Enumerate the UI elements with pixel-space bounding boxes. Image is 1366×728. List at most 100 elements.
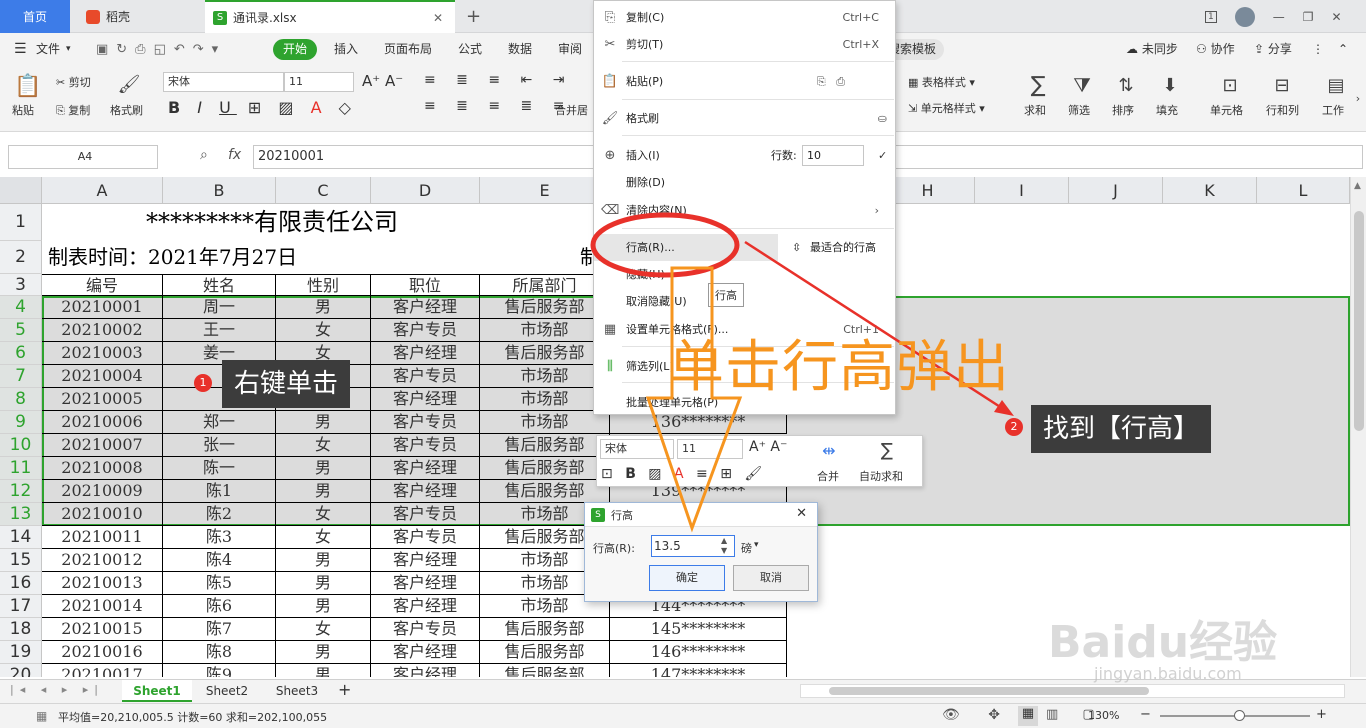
sort-icon[interactable]: ⇅ — [1114, 72, 1138, 98]
mini-merge-label[interactable]: 合并 — [817, 468, 839, 484]
cell-id[interactable]: 20210005 — [42, 388, 163, 411]
cell-id[interactable]: 20210017 — [42, 664, 163, 677]
sync-status[interactable]: ☁ 未同步 — [1126, 33, 1178, 66]
cell-id[interactable]: 20210001 — [42, 296, 163, 319]
avatar[interactable] — [1234, 6, 1255, 27]
cell-position[interactable]: 客户专员 — [371, 319, 480, 342]
row-header-9[interactable]: 9 — [0, 411, 42, 434]
filter-label[interactable]: 筛选 — [1068, 102, 1090, 118]
close-window-icon[interactable]: ✕ — [1332, 10, 1342, 24]
cell-position[interactable]: 客户专员 — [371, 526, 480, 549]
confirm-check-icon[interactable]: ✓ — [878, 142, 887, 169]
row-col-label[interactable]: 行和列 — [1266, 102, 1299, 118]
cell-phone[interactable]: 147******** — [610, 664, 787, 677]
cell-position[interactable]: 客户经理 — [371, 388, 480, 411]
stepper-icon[interactable]: ▲ ▼ — [721, 536, 727, 556]
cell-department[interactable]: 市场部 — [480, 388, 610, 411]
add-sheet-icon[interactable]: + — [338, 680, 351, 699]
collapse-ribbon-icon[interactable]: ⌃ — [1338, 33, 1348, 66]
mini-font-size-icons[interactable]: A⁺ A⁻ — [749, 439, 787, 455]
mini-font-select[interactable]: 宋体 — [600, 439, 674, 459]
vertical-scrollbar[interactable]: ▲ — [1350, 177, 1366, 677]
menu-page-layout[interactable]: 页面布局 — [384, 33, 432, 66]
row-header-3[interactable]: 3 — [0, 274, 42, 296]
col-header-d[interactable]: D — [371, 177, 480, 204]
cell-icon[interactable]: ⊡ — [1218, 72, 1242, 98]
cell-name[interactable]: 郑一 — [163, 411, 276, 434]
header-id[interactable]: 编号 — [42, 274, 163, 296]
cell-name[interactable]: 陈一 — [163, 457, 276, 480]
menu-unhide[interactable]: 取消隐藏(U) — [594, 288, 895, 315]
merge-label[interactable]: 合并居 — [555, 102, 588, 118]
cell-name[interactable]: 陈9 — [163, 664, 276, 677]
cell-phone[interactable]: 145******** — [610, 618, 787, 641]
fill-label[interactable]: 填充 — [1156, 102, 1178, 118]
cell-position[interactable]: 客户专员 — [371, 411, 480, 434]
header-gender[interactable]: 性别 — [276, 274, 371, 296]
mini-size-select[interactable]: 11 — [677, 439, 743, 459]
cell-department[interactable]: 市场部 — [480, 319, 610, 342]
col-header-e[interactable]: E — [480, 177, 610, 204]
menu-review[interactable]: 审阅 — [558, 33, 582, 66]
row-header-4[interactable]: 4 — [0, 296, 42, 319]
horizontal-scrollbar[interactable] — [800, 684, 1345, 698]
fill-icon[interactable]: ⬇ — [1158, 72, 1182, 98]
cell-position[interactable]: 客户经理 — [371, 572, 480, 595]
cell-name[interactable]: 陈8 — [163, 641, 276, 664]
cell-gender[interactable]: 男 — [276, 457, 371, 480]
menu-best-fit[interactable]: ⇳ 最适合的行高 — [786, 234, 895, 261]
menu-clear[interactable]: ⌫ 清除内容(N) › — [594, 197, 895, 224]
zoom-slider[interactable] — [1160, 710, 1310, 721]
cell-department[interactable]: 售后服务部 — [480, 641, 610, 664]
paste-label[interactable]: 粘贴 — [12, 102, 34, 118]
cell-id[interactable]: 20210015 — [42, 618, 163, 641]
more-icon[interactable]: ⋮ — [1312, 33, 1324, 66]
cell-name[interactable]: 陈3 — [163, 526, 276, 549]
hamburger-icon[interactable]: ☰ — [14, 33, 27, 66]
align-tools[interactable]: ≡ ≣ ≡ ⇤ ⇥ — [424, 72, 572, 88]
menu-file[interactable]: 文件 — [36, 33, 60, 66]
font-family-select[interactable]: 宋体 — [163, 72, 284, 92]
header-name[interactable]: 姓名 — [163, 274, 276, 296]
share-button[interactable]: ⇪ 分享 — [1254, 33, 1292, 66]
menu-hide[interactable]: 隐藏(H) — [594, 261, 895, 288]
cell-position[interactable]: 客户经理 — [371, 664, 480, 677]
cell-gender[interactable]: 女 — [276, 503, 371, 526]
zoom-formula-icon[interactable]: ⌕ — [200, 147, 208, 163]
fx-button[interactable]: fx — [228, 147, 241, 163]
cell-position[interactable]: 客户经理 — [371, 296, 480, 319]
cell-gender[interactable]: 男 — [276, 641, 371, 664]
row-col-icon[interactable]: ⊟ — [1270, 72, 1294, 98]
sheet-tab-1[interactable]: Sheet1 — [122, 680, 192, 702]
mini-autosum-label[interactable]: 自动求和 — [859, 468, 903, 484]
row-header-11[interactable]: 11 — [0, 457, 42, 480]
hscroll-thumb[interactable] — [829, 687, 1149, 695]
row-header-17[interactable]: 17 — [0, 595, 42, 618]
name-box[interactable]: A4 — [8, 145, 158, 169]
cell-department[interactable]: 售后服务部 — [480, 296, 610, 319]
date-label[interactable]: 制表时间：2021年7月27日 — [48, 241, 297, 274]
row-header-13[interactable]: 13 — [0, 503, 42, 526]
cell-name[interactable]: 王一 — [163, 319, 276, 342]
row-header-15[interactable]: 15 — [0, 549, 42, 572]
zoom-out-icon[interactable]: − — [1140, 707, 1151, 722]
cell-id[interactable]: 20210009 — [42, 480, 163, 503]
col-header-i[interactable]: I — [975, 177, 1069, 204]
cell-id[interactable]: 20210006 — [42, 411, 163, 434]
cell-id[interactable]: 20210012 — [42, 549, 163, 572]
cell-name[interactable]: 陈2 — [163, 503, 276, 526]
cell-gender[interactable]: 男 — [276, 411, 371, 434]
tab-daoke[interactable]: 稻壳 — [76, 0, 196, 33]
col-header-c[interactable]: C — [276, 177, 371, 204]
restore-icon[interactable]: ❐ — [1303, 10, 1314, 24]
row-header-5[interactable]: 5 — [0, 319, 42, 342]
header-position[interactable]: 职位 — [371, 274, 480, 296]
cell-position[interactable]: 客户专员 — [371, 434, 480, 457]
minimize-icon[interactable]: — — [1273, 10, 1285, 24]
row-header-18[interactable]: 18 — [0, 618, 42, 641]
cell-gender[interactable]: 男 — [276, 296, 371, 319]
tab-close-icon[interactable]: ✕ — [433, 11, 443, 25]
cell-position[interactable]: 客户经理 — [371, 641, 480, 664]
cell-gender[interactable]: 女 — [276, 618, 371, 641]
cell-department[interactable]: 售后服务部 — [480, 342, 610, 365]
